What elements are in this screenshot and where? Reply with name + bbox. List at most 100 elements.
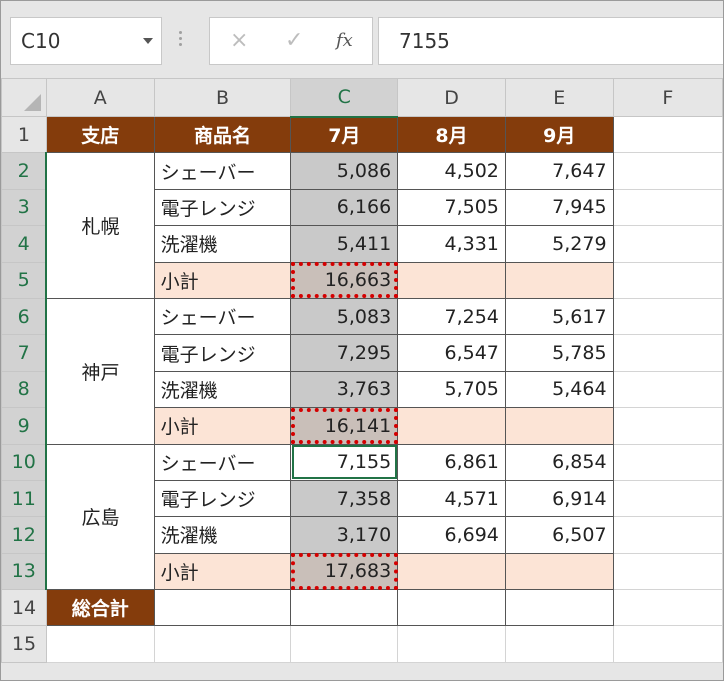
row-header[interactable]: 12 [1,516,48,554]
chevron-down-icon[interactable] [143,38,153,44]
row-header[interactable]: 4 [1,225,48,263]
subtotal-cell[interactable] [397,407,506,445]
cell[interactable] [45,625,155,663]
formula-input[interactable]: 7155 [378,17,723,65]
product-cell[interactable]: 洗濯機 [153,516,292,554]
row-header[interactable]: 13 [1,552,48,591]
product-cell[interactable]: 洗濯機 [153,225,292,263]
enter-icon[interactable]: ✓ [285,28,303,53]
insert-function-icon[interactable]: fx [336,30,353,51]
row-header[interactable]: 1 [1,115,47,154]
subtotal-cell[interactable] [397,261,506,299]
cell[interactable] [612,152,724,190]
value-cell[interactable]: 6,694 [397,516,506,554]
active-cell[interactable]: 7,155 [290,443,399,481]
cell[interactable] [612,407,724,445]
subtotal-cell[interactable] [504,261,614,299]
value-cell[interactable]: 5,464 [504,370,614,409]
value-cell[interactable]: 7,945 [504,188,614,227]
branch-cell[interactable]: 神戸 [45,297,155,445]
value-cell[interactable]: 7,254 [397,297,506,336]
cell[interactable] [397,625,506,663]
value-cell[interactable]: 5,083 [290,297,399,336]
value-cell[interactable]: 6,547 [397,334,506,372]
value-cell[interactable]: 5,279 [504,225,614,263]
column-header-f[interactable]: F [612,78,724,117]
row-header[interactable]: 5 [1,261,48,299]
header-cell[interactable]: 7月 [290,115,399,154]
row-header[interactable]: 3 [1,188,48,227]
subtotal-value-cell[interactable]: 17,683 [290,552,399,591]
row-header[interactable]: 6 [1,297,48,336]
cancel-icon[interactable]: × [230,28,248,53]
subtotal-value-cell[interactable]: 16,141 [290,407,399,445]
column-header-d[interactable]: D [397,78,506,117]
row-header[interactable]: 11 [1,479,48,518]
cell[interactable] [612,370,724,409]
cell[interactable] [612,297,724,336]
column-header-c[interactable]: C [290,78,399,118]
cell[interactable] [290,625,399,663]
value-cell[interactable]: 4,502 [397,152,506,190]
value-cell[interactable]: 6,507 [504,516,614,554]
row-header[interactable]: 14 [1,589,47,627]
value-cell[interactable]: 5,411 [290,225,399,263]
row-header[interactable]: 7 [1,334,48,372]
value-cell[interactable]: 7,358 [290,479,399,518]
value-cell[interactable]: 5,785 [504,334,614,372]
header-cell[interactable]: 8月 [397,115,506,154]
value-cell[interactable]: 5,086 [290,152,399,190]
cell[interactable] [397,589,506,627]
value-cell[interactable]: 6,166 [290,188,399,227]
value-cell[interactable]: 6,861 [397,443,506,481]
cell[interactable] [612,479,724,518]
subtotal-label[interactable]: 小計 [153,552,292,591]
cell[interactable] [612,516,724,554]
select-all-button[interactable] [1,78,47,117]
subtotal-cell[interactable] [504,552,614,591]
cell[interactable] [612,225,724,263]
product-cell[interactable]: 電子レンジ [153,479,292,518]
cell[interactable] [612,443,724,481]
product-cell[interactable]: シェーバー [153,443,292,481]
product-cell[interactable]: 洗濯機 [153,370,292,409]
value-cell[interactable]: 4,571 [397,479,506,518]
branch-cell[interactable]: 広島 [45,443,155,590]
cell[interactable] [612,552,724,591]
subtotal-value-cell[interactable]: 16,663 [290,261,399,299]
subtotal-label[interactable]: 小計 [153,261,292,299]
cell[interactable] [153,625,292,663]
value-cell[interactable]: 3,763 [290,370,399,409]
cell[interactable] [612,261,724,299]
cell[interactable] [612,334,724,372]
product-cell[interactable]: シェーバー [153,297,292,336]
header-cell[interactable]: 商品名 [153,115,292,154]
value-cell[interactable]: 5,705 [397,370,506,409]
cell[interactable] [612,115,724,154]
grand-total-label[interactable]: 総合計 [45,589,155,627]
branch-cell[interactable]: 札幌 [45,152,155,299]
product-cell[interactable]: 電子レンジ [153,188,292,227]
column-header-a[interactable]: A [45,78,155,117]
cell[interactable] [153,589,292,627]
row-header[interactable]: 10 [1,443,48,481]
drag-handle-icon[interactable] [179,31,183,51]
value-cell[interactable]: 3,170 [290,516,399,554]
value-cell[interactable]: 5,617 [504,297,614,336]
row-header[interactable]: 8 [1,370,48,409]
row-header[interactable]: 2 [1,152,48,190]
subtotal-cell[interactable] [504,407,614,445]
subtotal-cell[interactable] [397,552,506,591]
product-cell[interactable]: 電子レンジ [153,334,292,372]
value-cell[interactable]: 7,647 [504,152,614,190]
cell[interactable] [612,188,724,227]
cell[interactable] [612,589,724,627]
product-cell[interactable]: シェーバー [153,152,292,190]
cell[interactable] [504,625,614,663]
value-cell[interactable]: 6,854 [504,443,614,481]
cell[interactable] [290,589,399,627]
cell[interactable] [504,589,614,627]
value-cell[interactable]: 7,295 [290,334,399,372]
row-header[interactable]: 15 [1,625,47,663]
header-cell[interactable]: 9月 [504,115,614,154]
